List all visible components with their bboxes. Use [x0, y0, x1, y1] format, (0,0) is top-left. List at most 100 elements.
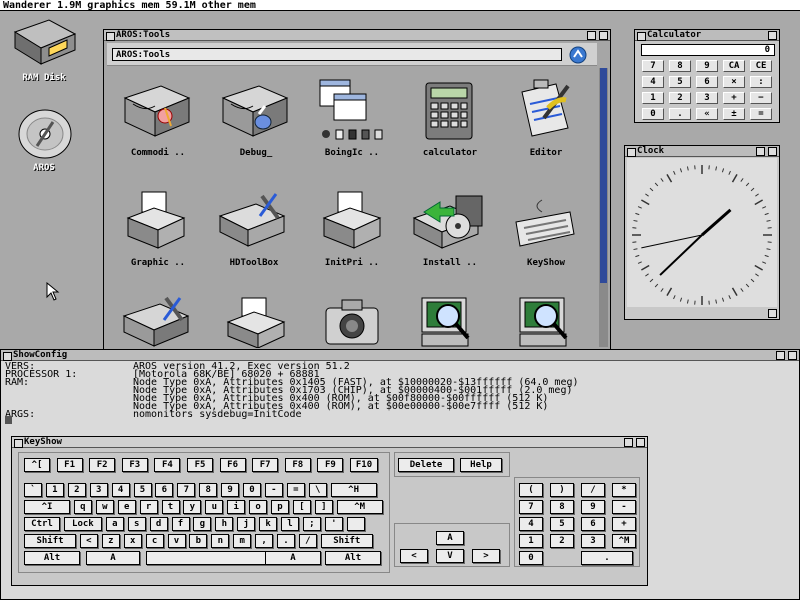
vertical-scrollbar[interactable]	[599, 68, 608, 347]
calc-key[interactable]: CE	[750, 60, 772, 72]
calculator-window[interactable]: Calculator 0 7 8 9 CA CE 4 5 6 ×: 1 2 3 + − 0. « ± =	[634, 29, 780, 123]
key[interactable]: 1	[45, 483, 64, 497]
key[interactable]: =	[286, 483, 305, 497]
depth-icon[interactable]	[599, 31, 608, 40]
numpad-key[interactable]: 8	[550, 500, 574, 514]
key[interactable]: 4	[111, 483, 130, 497]
numpad-key[interactable]: .	[581, 551, 633, 565]
key[interactable]: v	[167, 534, 186, 548]
numpad-key[interactable]: +	[612, 517, 636, 531]
calc-key[interactable]: ×	[723, 76, 745, 88]
numpad-key[interactable]: 2	[550, 534, 574, 548]
key[interactable]: t	[161, 500, 180, 514]
printer-icon[interactable]	[224, 296, 288, 348]
keyshow-title[interactable]: KeyShow	[12, 437, 647, 448]
close-icon[interactable]	[637, 32, 646, 41]
monitor-magnifier-icon[interactable]	[416, 294, 476, 350]
zoom-icon[interactable]	[776, 351, 785, 360]
calc-key[interactable]: ±	[723, 108, 745, 120]
key[interactable]: `	[24, 483, 42, 497]
depth-icon[interactable]	[636, 438, 645, 447]
numpad-key[interactable]: -	[612, 500, 636, 514]
key[interactable]: F3	[121, 458, 148, 472]
close-icon[interactable]	[14, 439, 23, 448]
key[interactable]: r	[139, 500, 158, 514]
key[interactable]: F8	[284, 458, 311, 472]
key[interactable]: ^I	[24, 500, 70, 514]
key[interactable]: 3	[89, 483, 108, 497]
numpad-key[interactable]: /	[581, 483, 605, 497]
tools-window-title[interactable]: AROS:Tools	[104, 30, 610, 41]
calc-key[interactable]: CA	[723, 60, 745, 72]
calc-key[interactable]: 5	[669, 76, 691, 88]
key[interactable]: p	[271, 500, 289, 514]
key[interactable]: h	[215, 517, 234, 531]
camera-icon[interactable]	[322, 296, 382, 348]
close-icon[interactable]	[627, 148, 636, 157]
zoom-icon[interactable]	[587, 31, 596, 40]
key[interactable]: ^H	[330, 483, 377, 497]
key[interactable]: z	[101, 534, 120, 548]
key[interactable]: y	[183, 500, 202, 514]
key[interactable]: 7	[177, 483, 196, 497]
zoom-icon[interactable]	[756, 147, 765, 156]
key[interactable]: F7	[252, 458, 279, 472]
install-icon[interactable]	[410, 190, 486, 252]
hdtoolbox-icon[interactable]	[216, 190, 288, 252]
key[interactable]: ;	[302, 517, 321, 531]
calc-key[interactable]: 4	[642, 76, 664, 88]
calc-key[interactable]: 2	[669, 92, 691, 104]
tool-drawer-icon[interactable]	[120, 296, 192, 348]
ram-disk-icon[interactable]: RAM Disk	[4, 14, 84, 83]
key[interactable]: ]	[314, 500, 333, 514]
close-icon[interactable]	[3, 352, 12, 361]
key[interactable]: F2	[89, 458, 116, 472]
key[interactable]: b	[189, 534, 208, 548]
parent-directory-icon[interactable]	[569, 46, 587, 64]
key[interactable]: -	[264, 483, 283, 497]
key[interactable]: k	[259, 517, 278, 531]
showconfig-title[interactable]: ShowConfig	[1, 350, 799, 361]
key[interactable]: Alt	[325, 551, 381, 565]
right-arrow-key[interactable]: >	[472, 549, 500, 563]
key[interactable]: g	[193, 517, 212, 531]
numpad-key[interactable]: 5	[550, 517, 574, 531]
depth-icon[interactable]	[768, 31, 777, 40]
calc-key[interactable]: 8	[669, 60, 691, 72]
key[interactable]: n	[211, 534, 230, 548]
key[interactable]: F10	[350, 458, 378, 472]
numpad-key[interactable]: (	[519, 483, 543, 497]
close-icon[interactable]	[106, 32, 115, 41]
key[interactable]: ^M	[336, 500, 383, 514]
down-arrow-key[interactable]: V	[436, 549, 464, 563]
numpad-key[interactable]: *	[612, 483, 636, 497]
key[interactable]: Alt	[24, 551, 80, 565]
calc-key[interactable]: 6	[696, 76, 718, 88]
key[interactable]: a	[105, 517, 124, 531]
key[interactable]: Lock	[63, 517, 102, 531]
resize-icon[interactable]	[768, 309, 777, 318]
calc-key[interactable]: =	[750, 108, 772, 120]
key[interactable]: ^[	[24, 458, 50, 472]
aros-volume-icon[interactable]: AROS	[4, 104, 84, 173]
up-arrow-key[interactable]: A	[436, 531, 464, 545]
keyshow-icon[interactable]	[512, 198, 576, 252]
key[interactable]: w	[95, 500, 114, 514]
numpad-key[interactable]: )	[550, 483, 574, 497]
key[interactable]: F4	[154, 458, 181, 472]
calc-key[interactable]: 7	[642, 60, 664, 72]
key[interactable]: o	[249, 500, 268, 514]
clock-window[interactable]: Clock	[624, 145, 780, 320]
debug-drawer-icon[interactable]	[219, 82, 291, 142]
calc-key[interactable]: :	[750, 76, 772, 88]
key[interactable]: m	[233, 534, 252, 548]
editor-icon[interactable]	[514, 78, 574, 142]
key[interactable]: s	[127, 517, 146, 531]
key[interactable]: c	[145, 534, 164, 548]
key[interactable]: 6	[155, 483, 174, 497]
boingiconbar-icon[interactable]	[316, 76, 388, 142]
key[interactable]: e	[117, 500, 136, 514]
calc-key[interactable]: .	[669, 108, 691, 120]
numpad-key[interactable]: 0	[519, 551, 543, 565]
calc-key[interactable]: 9	[696, 60, 718, 72]
